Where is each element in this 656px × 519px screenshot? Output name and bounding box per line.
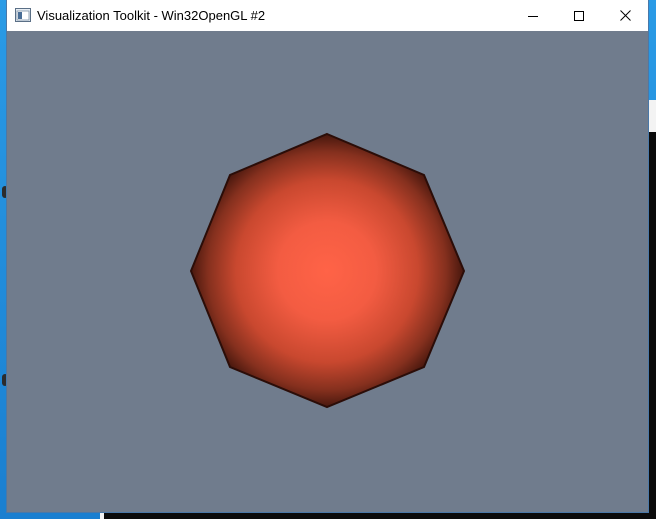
minimize-icon	[528, 11, 538, 21]
close-button[interactable]	[602, 0, 648, 31]
desktop-edge	[104, 512, 656, 519]
maximize-icon	[574, 10, 584, 21]
window-title: Visualization Toolkit - Win32OpenGL #2	[37, 8, 266, 23]
octagon-shape[interactable]	[189, 132, 466, 409]
title-bar[interactable]: Visualization Toolkit - Win32OpenGL #2	[7, 0, 648, 31]
close-icon	[619, 10, 631, 21]
vtk-window-icon[interactable]	[15, 8, 31, 22]
minimize-button[interactable]	[510, 0, 556, 31]
desktop-edge	[648, 132, 656, 519]
desktop-edge	[648, 100, 656, 132]
render-viewport[interactable]	[7, 31, 648, 512]
vtk-render-window[interactable]: Visualization Toolkit - Win32OpenGL #2	[7, 0, 648, 512]
maximize-button[interactable]	[556, 0, 602, 31]
